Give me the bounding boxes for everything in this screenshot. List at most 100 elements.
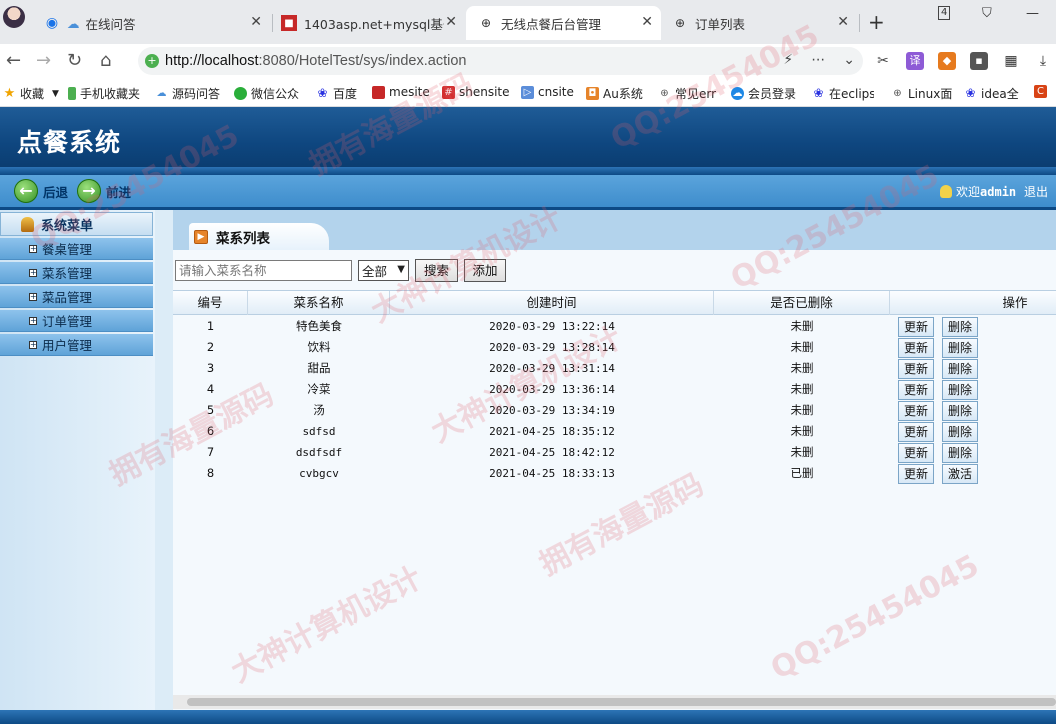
bookmark-item[interactable]: ⊕ Linux面 bbox=[891, 85, 952, 102]
update-button[interactable]: 更新 bbox=[898, 359, 934, 379]
forward-button[interactable]: → 前进 bbox=[77, 179, 131, 203]
more-dots-icon[interactable]: ⋯ bbox=[811, 52, 825, 68]
bookmark-item[interactable]: ❀ idea全 bbox=[964, 85, 1018, 102]
address-bar[interactable]: + http://localhost:8080/HotelTest/sys/in… bbox=[138, 47, 863, 75]
sidebar-item-label: 菜系管理 bbox=[42, 266, 93, 281]
bookmark-item[interactable]: # shensite bbox=[442, 85, 510, 99]
bookmarks-bar: ★ 收藏 ▼ 手机收藏夹 ☁ 源码问答 微信公众 ❀ 百度 mesite # shensi… bbox=[0, 80, 1056, 107]
row-created: 2020-03-29 13:36:14 bbox=[489, 383, 615, 396]
minimize-icon[interactable]: — bbox=[1026, 6, 1039, 21]
logout-link[interactable]: 退出 bbox=[1024, 185, 1048, 199]
tab-cuisine-list[interactable]: ▶ 菜系列表 bbox=[189, 223, 329, 250]
welcome-area: 欢迎admin 退出 bbox=[940, 183, 1048, 200]
browser-tab-active[interactable]: ⊕ 无线点餐后台管理 ✕ bbox=[466, 6, 661, 40]
delete-button[interactable]: 删除 bbox=[942, 422, 978, 442]
translate-icon[interactable]: 译 bbox=[906, 52, 924, 70]
scissors-icon[interactable]: ✂ bbox=[874, 52, 892, 70]
delete-button[interactable]: 删除 bbox=[942, 338, 978, 358]
search-bar: 全部 ▼ 搜索 添加 bbox=[173, 258, 1056, 288]
horizontal-scrollbar[interactable] bbox=[173, 695, 1056, 709]
update-button[interactable]: 更新 bbox=[898, 401, 934, 421]
bookmark-item[interactable]: ☁ 源码问答 bbox=[155, 85, 221, 102]
update-button[interactable]: 更新 bbox=[898, 380, 934, 400]
home-icon[interactable]: ⌂ bbox=[100, 50, 111, 71]
row-id: 4 bbox=[206, 382, 215, 396]
apps-grid-icon[interactable]: ▦ bbox=[1002, 52, 1020, 70]
sidebar-header[interactable]: 系统菜单 bbox=[0, 212, 153, 236]
close-icon[interactable]: ✕ bbox=[641, 14, 653, 30]
tab-count-badge[interactable]: 4 bbox=[938, 6, 951, 20]
select-value: 全部 bbox=[362, 264, 388, 279]
new-tab-button[interactable]: + bbox=[868, 10, 885, 34]
sidebar-item-orders[interactable]: + 订单管理 bbox=[0, 310, 153, 332]
bookmark-item[interactable]: 微信公众 bbox=[234, 85, 299, 102]
gamepad-icon[interactable]: ◆ bbox=[938, 52, 956, 70]
delete-button[interactable]: 删除 bbox=[942, 401, 978, 421]
sidebar-header-label: 系统菜单 bbox=[41, 218, 94, 234]
expand-plus-icon: + bbox=[29, 315, 37, 325]
reload-icon[interactable]: ↻ bbox=[67, 50, 82, 71]
download-icon[interactable]: ⤓ bbox=[1034, 52, 1052, 70]
bookmark-item[interactable]: ☁ 会员登录 bbox=[731, 85, 796, 102]
bookmark-item[interactable]: C bbox=[1034, 85, 1051, 98]
back-label: 后退 bbox=[43, 184, 69, 200]
row-name: 汤 bbox=[313, 403, 325, 417]
tab-label: 1403asp.net+mysql基于 bbox=[304, 16, 444, 32]
close-icon[interactable]: ✕ bbox=[837, 14, 849, 30]
bookmark-item[interactable]: 手机收藏夹 bbox=[68, 85, 140, 102]
back-button[interactable]: ← 后退 bbox=[14, 179, 68, 203]
update-button[interactable]: 更新 bbox=[898, 317, 934, 337]
tab-label: 订单列表 bbox=[695, 16, 746, 32]
update-button[interactable]: 更新 bbox=[898, 443, 934, 463]
row-id: 7 bbox=[206, 445, 215, 459]
chevron-down-icon[interactable]: ⌄ bbox=[843, 52, 855, 68]
table-row: 6 sdfsd 2021-04-25 18:35:12 未删 更新 删除 bbox=[173, 421, 1056, 442]
star-icon: ★ bbox=[3, 86, 16, 101]
back-arrow-icon[interactable]: ← bbox=[6, 50, 21, 71]
lightning-icon[interactable]: ⚡ bbox=[783, 52, 793, 68]
play-icon: ▷ bbox=[521, 85, 534, 99]
sidebar-item-users[interactable]: + 用户管理 bbox=[0, 334, 153, 356]
status-filter-select[interactable]: 全部 ▼ bbox=[358, 260, 409, 281]
scrollbar-thumb[interactable] bbox=[187, 698, 1056, 706]
activate-button[interactable]: 激活 bbox=[942, 464, 978, 484]
forward-arrow-icon[interactable]: → bbox=[36, 50, 51, 71]
profile-avatar[interactable] bbox=[3, 6, 25, 28]
column-header: 编号 bbox=[173, 291, 248, 315]
search-button[interactable]: 搜索 bbox=[415, 259, 458, 282]
update-button[interactable]: 更新 bbox=[898, 338, 934, 358]
delete-button[interactable]: 删除 bbox=[942, 317, 978, 337]
delete-button[interactable]: 删除 bbox=[942, 443, 978, 463]
chevron-down-icon: ▼ bbox=[397, 264, 405, 275]
bookmark-icon[interactable]: ▪ bbox=[970, 52, 988, 70]
tab-separator bbox=[859, 14, 860, 32]
shirt-icon[interactable]: ⛉ bbox=[982, 6, 992, 21]
bookmark-item[interactable]: ▷ cnsite bbox=[521, 85, 574, 99]
close-icon[interactable]: ✕ bbox=[250, 14, 262, 30]
close-icon[interactable]: ✕ bbox=[445, 14, 457, 30]
bookmark-item[interactable]: mesite bbox=[372, 85, 430, 99]
sidebar-item-cuisines[interactable]: + 菜系管理 bbox=[0, 262, 153, 284]
bookmark-item[interactable]: ★ 收藏 ▼ bbox=[3, 85, 59, 102]
browser-tab[interactable]: ■ 1403asp.net+mysql基于 ✕ bbox=[281, 6, 461, 40]
row-deleted-status: 未删 bbox=[790, 319, 814, 333]
add-button[interactable]: 添加 bbox=[464, 259, 506, 282]
browser-tab[interactable]: ⊕ 订单列表 ✕ bbox=[672, 6, 857, 40]
browser-tab[interactable]: ◉ ☁ 在线问答 ✕ bbox=[44, 6, 270, 40]
bookmark-item[interactable]: ❀ 百度 bbox=[316, 85, 357, 102]
bookmark-item[interactable]: ❀ 在eclips bbox=[812, 85, 874, 102]
search-input[interactable] bbox=[175, 260, 352, 281]
sidebar-item-tables[interactable]: + 餐桌管理 bbox=[0, 238, 153, 260]
delete-button[interactable]: 删除 bbox=[942, 359, 978, 379]
app-header: 点餐系统 bbox=[0, 107, 1056, 175]
delete-button[interactable]: 删除 bbox=[942, 380, 978, 400]
content-tab-strip: ▶ 菜系列表 bbox=[173, 210, 1056, 250]
main-content: ▶ 菜系列表 全部 ▼ 搜索 添加 编号 菜系名称 创建时间 是否已删除 操作 … bbox=[173, 210, 1056, 724]
bookmark-item[interactable]: ◘ Au系统 bbox=[586, 85, 643, 102]
table-row: 2 饮料 2020-03-29 13:28:14 未删 更新 删除 bbox=[173, 337, 1056, 358]
sidebar-item-dishes[interactable]: + 菜品管理 bbox=[0, 286, 153, 308]
update-button[interactable]: 更新 bbox=[898, 422, 934, 442]
url-text[interactable]: http://localhost:8080/HotelTest/sys/inde… bbox=[165, 53, 466, 69]
bookmark-item[interactable]: ⊕ 常见err bbox=[658, 85, 716, 102]
update-button[interactable]: 更新 bbox=[898, 464, 934, 484]
